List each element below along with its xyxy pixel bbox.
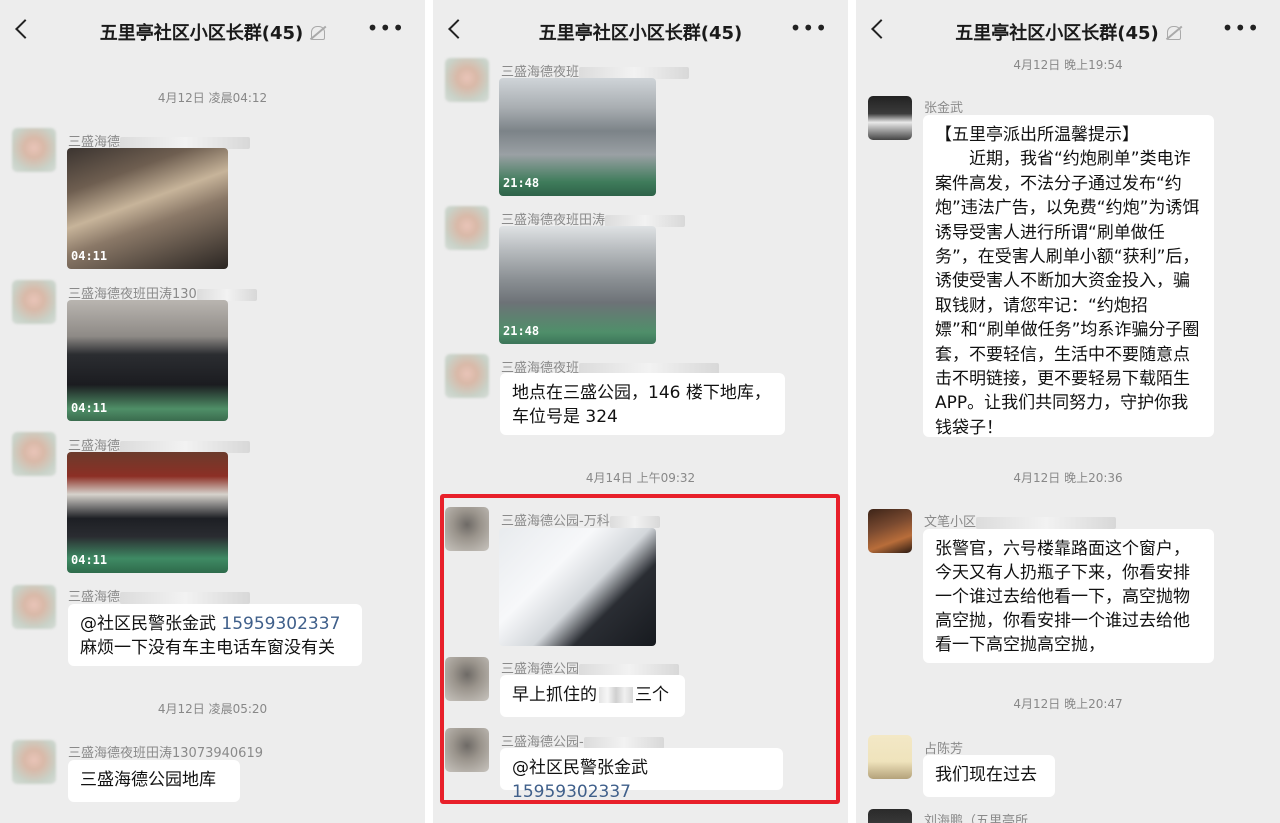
photo-message[interactable]: 21:48 (499, 226, 656, 344)
chat-panel-3: 五里亭社区小区长群(45) ••• 4月12日 晚上19:54 张金武 【五里亭… (856, 0, 1280, 823)
timestamp: 4月12日 晚上20:47 (1013, 697, 1123, 711)
text-message[interactable]: 【五里亭派出所温馨提示】 近期，我省“约炮刷单”类电诈案件高发，不法分子通过发布… (923, 115, 1214, 438)
avatar[interactable] (868, 735, 912, 779)
avatar[interactable] (12, 740, 56, 784)
top-bar: 五里亭社区小区长群(45) ••• (433, 0, 848, 62)
message-text: 麻烦一下没有车主电话车窗没有关 (80, 638, 335, 658)
chat-panel-1: 五里亭社区小区长群(45) ••• 4月12日 凌晨04:12 三盛海德 04:… (0, 0, 425, 823)
more-options-icon[interactable]: ••• (1222, 18, 1260, 38)
top-bar: 五里亭社区小区长群(45) ••• (0, 0, 425, 62)
avatar[interactable] (445, 58, 489, 102)
timestamp: 4月12日 凌晨04:12 (157, 91, 268, 105)
sender-name: 三盛海德 (68, 586, 251, 605)
timestamp: 4月12日 凌晨05:20 (157, 702, 268, 716)
sender-name: 三盛海德夜班田涛13073940619 (68, 746, 263, 761)
timestamp: 4月12日 晚上19:54 (1013, 58, 1123, 72)
mute-bell-icon (1166, 26, 1181, 40)
text-message[interactable]: 张警官，六号楼靠路面这个窗户，今天又有人扔瓶子下来，你看安排一个谁过去给他看一下… (923, 529, 1214, 663)
sender-name: 张金武 (924, 101, 964, 116)
text-message[interactable]: 我们现在过去 (923, 755, 1055, 797)
avatar[interactable] (12, 432, 56, 476)
more-options-icon[interactable]: ••• (790, 18, 828, 38)
highlight-box (440, 494, 840, 804)
photo-message[interactable]: 04:11 (67, 452, 228, 573)
text-message[interactable]: 地点在三盛公园，146 楼下地库，车位号是 324 (500, 373, 785, 435)
mention[interactable]: @社区民警张金武 (80, 614, 216, 634)
avatar[interactable] (868, 509, 912, 553)
photo-message[interactable]: 04:11 (67, 300, 228, 421)
timestamp: 4月14日 上午09:32 (585, 471, 696, 485)
avatar[interactable] (12, 280, 56, 324)
top-bar: 五里亭社区小区长群(45) ••• (856, 0, 1280, 62)
sender-name: 刘海鹏（五里亭所 (924, 814, 1029, 823)
chat-title: 五里亭社区小区长群(45) (0, 19, 425, 45)
mute-bell-icon (311, 26, 326, 40)
sender-name: 文笔小区 (924, 511, 1117, 530)
photo-message[interactable]: 21:48 (499, 78, 656, 196)
text-message[interactable]: @社区民警张金武 15959302337 麻烦一下没有车主电话车窗没有关 (68, 604, 362, 666)
timestamp: 4月12日 晚上20:36 (1013, 471, 1123, 485)
avatar[interactable] (445, 354, 489, 398)
avatar[interactable] (868, 809, 912, 823)
phone-number[interactable]: 15959302337 (221, 614, 340, 634)
chat-title: 五里亭社区小区长群(45) (856, 19, 1280, 45)
avatar[interactable] (12, 585, 56, 629)
avatar[interactable] (445, 206, 489, 250)
chat-title: 五里亭社区小区长群(45) (538, 23, 743, 44)
avatar[interactable] (868, 96, 912, 140)
avatar[interactable] (12, 128, 56, 172)
more-options-icon[interactable]: ••• (367, 18, 405, 38)
photo-message[interactable]: 04:11 (67, 148, 228, 269)
text-message[interactable]: 三盛海德公园地库 (68, 760, 240, 802)
